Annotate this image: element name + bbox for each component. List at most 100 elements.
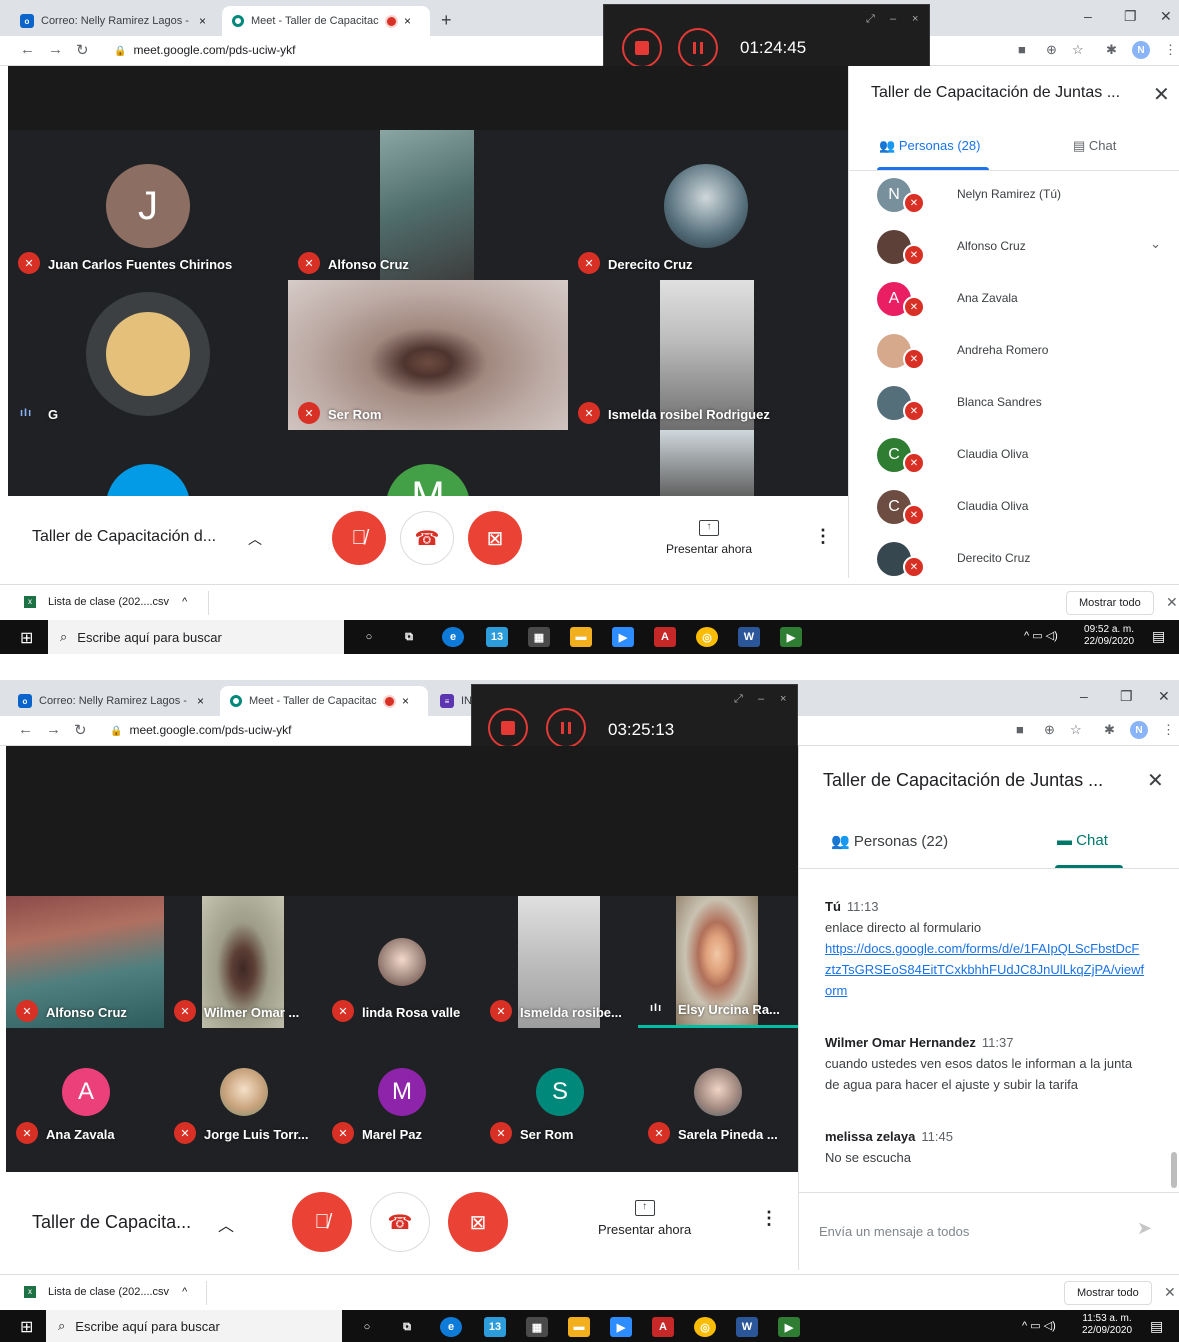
pause-record-button[interactable]	[678, 28, 718, 68]
tab-close-icon[interactable]: ×	[404, 14, 411, 28]
windows-start-icon[interactable]: ⊞	[20, 1317, 33, 1337]
minimize-icon[interactable]: –	[890, 13, 896, 25]
close-icon[interactable]: ✕	[1147, 768, 1164, 793]
present-now-button[interactable]: ↑ Presentar ahora	[598, 1200, 691, 1237]
mail-badge-icon[interactable]: 13	[484, 1317, 506, 1337]
pause-record-button[interactable]	[546, 708, 586, 748]
url-field[interactable]: 🔒 meet.google.com/pds-uciw-ykf	[114, 43, 296, 57]
participant-row[interactable]: C ✕ Claudia Oliva	[849, 482, 1179, 534]
tray-icons[interactable]: ^ ▭ ◁)	[1024, 629, 1058, 642]
file-explorer-icon[interactable]: ▬	[570, 627, 592, 647]
camera-indicator-icon[interactable]: ■	[1016, 722, 1024, 737]
participant-tile[interactable]: ✕ Alfonso Cruz	[6, 896, 164, 1028]
reload-icon[interactable]: ↻	[76, 41, 89, 59]
chevron-down-icon[interactable]: ⌄	[1150, 236, 1161, 252]
camera-indicator-icon[interactable]: ■	[1018, 42, 1026, 57]
participant-row[interactable]: C ✕ Claudia Oliva	[849, 430, 1179, 482]
show-all-button[interactable]: Mostrar todo	[1064, 1281, 1152, 1305]
camera-toggle-button[interactable]: ⊠	[468, 511, 522, 565]
participant-tile[interactable]	[8, 430, 288, 496]
participant-row[interactable]: A ✕ Ana Zavala	[849, 274, 1179, 326]
zoom-app-icon[interactable]: ▶	[612, 627, 634, 647]
back-icon[interactable]: ←	[20, 41, 35, 58]
edge-icon[interactable]: e	[440, 1317, 462, 1337]
menu-icon[interactable]: ⋮	[1162, 722, 1175, 738]
tab-people[interactable]: 👥 Personas (28)	[879, 138, 980, 154]
participant-tile[interactable]: J ✕ Juan Carlos Fuentes Chirinos	[8, 130, 288, 280]
store-icon[interactable]: ▦	[528, 627, 550, 647]
close-icon[interactable]: ×	[780, 693, 786, 705]
forward-icon[interactable]: →	[46, 721, 61, 738]
message-link[interactable]: https://docs.google.com/forms/d/e/1FAIpQ…	[825, 941, 1144, 998]
participant-row[interactable]: N ✕ Nelyn Ramirez (Tú)	[849, 170, 1179, 222]
star-icon[interactable]: ☆	[1072, 42, 1084, 58]
close-icon[interactable]: ×	[912, 13, 918, 25]
participant-row[interactable]: ✕ Derecito Cruz	[849, 534, 1179, 578]
profile-avatar[interactable]: N	[1132, 41, 1150, 59]
stop-record-button[interactable]	[488, 708, 528, 748]
tray-icons[interactable]: ^ ▭ ◁)	[1022, 1319, 1056, 1332]
tab-chat[interactable]: ▬ Chat	[1057, 832, 1108, 849]
camera-toggle-button[interactable]: ⊠	[448, 1192, 508, 1252]
meeting-name[interactable]: Taller de Capacita...	[32, 1212, 191, 1233]
participant-tile[interactable]: ✕ linda Rosa valle	[322, 896, 480, 1028]
zoom-app-icon[interactable]: ▶	[610, 1317, 632, 1337]
edge-icon[interactable]: e	[442, 627, 464, 647]
extensions-icon[interactable]: ✱	[1106, 42, 1117, 58]
chrome-icon[interactable]: ◎	[696, 627, 718, 647]
hangup-button[interactable]: ☎	[370, 1192, 430, 1252]
participant-tile[interactable]: ✕ Wilmer Omar ...	[164, 896, 322, 1028]
participant-row[interactable]: ✕ Alfonso Cruz ⌄	[849, 222, 1179, 274]
more-options-icon[interactable]: ⋮	[814, 526, 832, 547]
tab-meet[interactable]: Meet - Taller de Capacitación ×	[220, 686, 428, 716]
reload-icon[interactable]: ↻	[74, 721, 87, 739]
restore-icon[interactable]: ❐	[1120, 688, 1133, 705]
stop-record-button[interactable]	[622, 28, 662, 68]
tab-sheet[interactable]: ≡ INF	[430, 686, 474, 716]
file-explorer-icon[interactable]: ▬	[568, 1317, 590, 1337]
clock[interactable]: 11:53 a. m. 22/09/2020	[1082, 1313, 1132, 1337]
app-icon[interactable]: ▶	[778, 1317, 800, 1337]
acrobat-icon[interactable]: A	[652, 1317, 674, 1337]
word-icon[interactable]: W	[738, 627, 760, 647]
tab-close-icon[interactable]: ×	[199, 14, 206, 28]
task-view-icon[interactable]: ⧉	[396, 1317, 418, 1337]
chrome-icon[interactable]: ◎	[694, 1317, 716, 1337]
participant-tile[interactable]: M ✕ Marel Paz	[322, 1028, 480, 1160]
store-icon[interactable]: ▦	[526, 1317, 548, 1337]
taskbar-search[interactable]: ⌕ Escribe aquí para buscar	[48, 620, 344, 654]
participant-tile[interactable]: ✕ Derecito Cruz	[568, 130, 848, 280]
back-icon[interactable]: ←	[18, 721, 33, 738]
minimize-icon[interactable]: –	[1080, 688, 1088, 704]
participant-tile-speaking[interactable]: ıIı Elsy Urcina Ra...	[638, 896, 798, 1028]
participant-tile[interactable]: S ✕ Ser Rom	[480, 1028, 638, 1160]
app-icon[interactable]: ▶	[780, 627, 802, 647]
show-all-button[interactable]: Mostrar todo	[1066, 591, 1154, 615]
clock[interactable]: 09:52 a. m. 22/09/2020	[1084, 624, 1134, 648]
forward-icon[interactable]: →	[48, 41, 63, 58]
mic-toggle-button[interactable]: 🎙̸	[292, 1192, 352, 1252]
menu-icon[interactable]: ⋮	[1164, 42, 1177, 58]
acrobat-icon[interactable]: A	[654, 627, 676, 647]
profile-avatar[interactable]: N	[1130, 721, 1148, 739]
close-icon[interactable]: ✕	[1164, 1284, 1176, 1301]
tab-meet[interactable]: Meet - Taller de Capacitación ×	[222, 6, 430, 36]
more-options-icon[interactable]: ⋮	[760, 1208, 778, 1229]
task-view-icon[interactable]: ⧉	[398, 627, 420, 647]
window-close-icon[interactable]: ✕	[1160, 8, 1172, 25]
participant-tile[interactable]: ✕ Jorge Luis Torr...	[164, 1028, 322, 1160]
expand-icon[interactable]: ⤢	[734, 693, 743, 706]
cortana-icon[interactable]: ○	[358, 627, 380, 647]
participant-tile[interactable]: A ✕ Ana Zavala	[6, 1028, 164, 1160]
url-field[interactable]: 🔒 meet.google.com/pds-uciw-ykf	[110, 723, 292, 737]
zoom-icon[interactable]: ⊕	[1044, 722, 1055, 738]
word-icon[interactable]: W	[736, 1317, 758, 1337]
new-tab-button[interactable]: +	[441, 10, 452, 31]
participant-tile[interactable]: ✕ Ismelda rosibe...	[480, 896, 638, 1028]
hangup-button[interactable]: ☎	[400, 511, 454, 565]
present-now-button[interactable]: ↑ Presentar ahora	[666, 520, 752, 556]
participant-tile[interactable]: ✕ Ser Rom	[288, 280, 568, 430]
participant-tile[interactable]	[568, 430, 848, 496]
close-icon[interactable]: ✕	[1153, 82, 1170, 107]
participant-tile[interactable]: ✕ Sarela Pineda ...	[638, 1028, 798, 1160]
